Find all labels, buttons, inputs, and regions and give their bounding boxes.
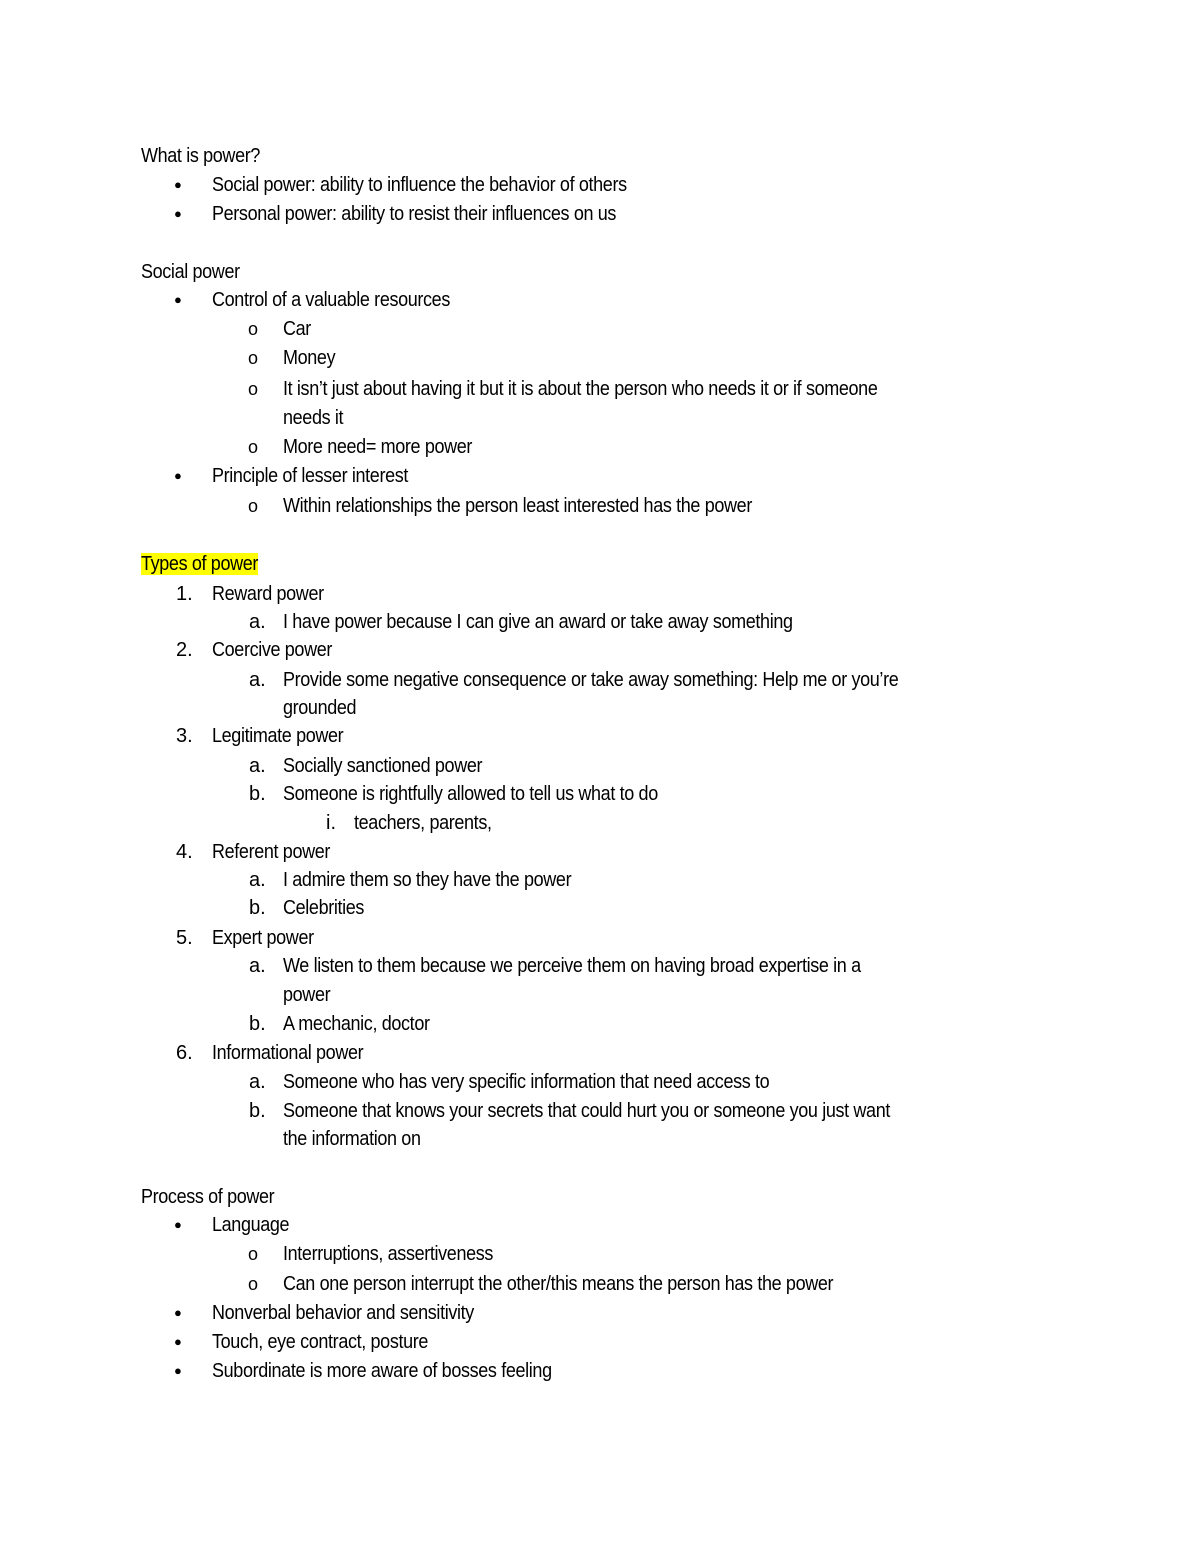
list-item: Personal power: ability to resist their … xyxy=(212,203,617,225)
list-item: Referent power xyxy=(212,841,331,863)
list-subitem: Someone that knows your secrets that cou… xyxy=(283,1100,890,1122)
list-letter: b. xyxy=(249,1100,266,1122)
list-roman: i. xyxy=(326,812,336,834)
circle-bullet-icon: o xyxy=(248,348,259,368)
list-letter: a. xyxy=(249,669,266,691)
list-number: 3. xyxy=(176,725,193,747)
list-subitem: Can one person interrupt the other/this … xyxy=(283,1273,834,1295)
list-item: Language xyxy=(212,1214,290,1236)
circle-bullet-icon: o xyxy=(248,1244,259,1264)
list-letter: b. xyxy=(249,897,266,919)
circle-bullet-icon: o xyxy=(248,437,259,457)
list-letter: b. xyxy=(249,1013,266,1035)
bullet-icon: ● xyxy=(174,468,182,483)
list-subitem: Celebrities xyxy=(283,897,365,919)
list-subsubitem: teachers, parents, xyxy=(354,812,492,834)
bullet-icon: ● xyxy=(174,1334,182,1349)
list-number: 1. xyxy=(176,583,193,605)
list-item: Reward power xyxy=(212,583,324,605)
section-heading-process-of-power: Process of power xyxy=(141,1186,275,1208)
bullet-icon: ● xyxy=(174,292,182,307)
list-number: 4. xyxy=(176,841,193,863)
list-number: 6. xyxy=(176,1042,193,1064)
list-letter: a. xyxy=(249,1071,266,1093)
section-heading-types-of-power: Types of power xyxy=(141,550,258,578)
highlighted-heading: Types of power xyxy=(141,553,259,575)
bullet-icon: ● xyxy=(174,177,182,192)
list-subitem: We listen to them because we perceive th… xyxy=(283,955,861,977)
list-item: Subordinate is more aware of bosses feel… xyxy=(212,1360,552,1382)
list-subitem: Car xyxy=(283,318,311,340)
list-item: Nonverbal behavior and sensitivity xyxy=(212,1302,474,1324)
list-subitem: Interruptions, assertiveness xyxy=(283,1243,494,1265)
list-item: Principle of lesser interest xyxy=(212,465,409,487)
list-item: Social power: ability to influence the b… xyxy=(212,174,627,196)
list-number: 5. xyxy=(176,927,193,949)
bullet-icon: ● xyxy=(174,1305,182,1320)
circle-bullet-icon: o xyxy=(248,379,259,399)
list-subitem-continuation: needs it xyxy=(283,407,344,429)
list-subitem: I admire them so they have the power xyxy=(283,869,572,891)
list-letter: a. xyxy=(249,611,266,633)
list-subitem: Someone is rightfully allowed to tell us… xyxy=(283,783,658,805)
list-subitem-continuation: the information on xyxy=(283,1128,421,1150)
bullet-icon: ● xyxy=(174,206,182,221)
document-page: What is power? ● Social power: ability t… xyxy=(0,0,1200,1553)
list-item: Touch, eye contract, posture xyxy=(212,1331,429,1353)
bullet-icon: ● xyxy=(174,1217,182,1232)
list-subitem: More need= more power xyxy=(283,436,473,458)
list-letter: a. xyxy=(249,755,266,777)
list-item: Control of a valuable resources xyxy=(212,289,450,311)
list-subitem: A mechanic, doctor xyxy=(283,1013,430,1035)
list-subitem: I have power because I can give an award… xyxy=(283,611,793,633)
list-letter: a. xyxy=(249,955,266,977)
list-item: Coercive power xyxy=(212,639,333,661)
list-subitem: Provide some negative consequence or tak… xyxy=(283,669,899,691)
list-subitem: Socially sanctioned power xyxy=(283,755,483,777)
bullet-icon: ● xyxy=(174,1363,182,1378)
list-subitem: Money xyxy=(283,347,336,369)
list-item: Informational power xyxy=(212,1042,364,1064)
list-subitem: Someone who has very specific informatio… xyxy=(283,1071,770,1093)
list-letter: a. xyxy=(249,869,266,891)
circle-bullet-icon: o xyxy=(248,1274,259,1294)
list-subitem: It isn’t just about having it but it is … xyxy=(283,378,878,400)
list-subitem: Within relationships the person least in… xyxy=(283,495,752,517)
section-heading-social-power: Social power xyxy=(141,261,240,283)
list-number: 2. xyxy=(176,639,193,661)
section-heading-what-is-power: What is power? xyxy=(141,145,261,167)
list-letter: b. xyxy=(249,783,266,805)
circle-bullet-icon: o xyxy=(248,319,259,339)
list-item: Expert power xyxy=(212,927,314,949)
circle-bullet-icon: o xyxy=(248,496,259,516)
list-subitem-continuation: power xyxy=(283,984,331,1006)
list-item: Legitimate power xyxy=(212,725,344,747)
list-subitem-continuation: grounded xyxy=(283,697,357,719)
